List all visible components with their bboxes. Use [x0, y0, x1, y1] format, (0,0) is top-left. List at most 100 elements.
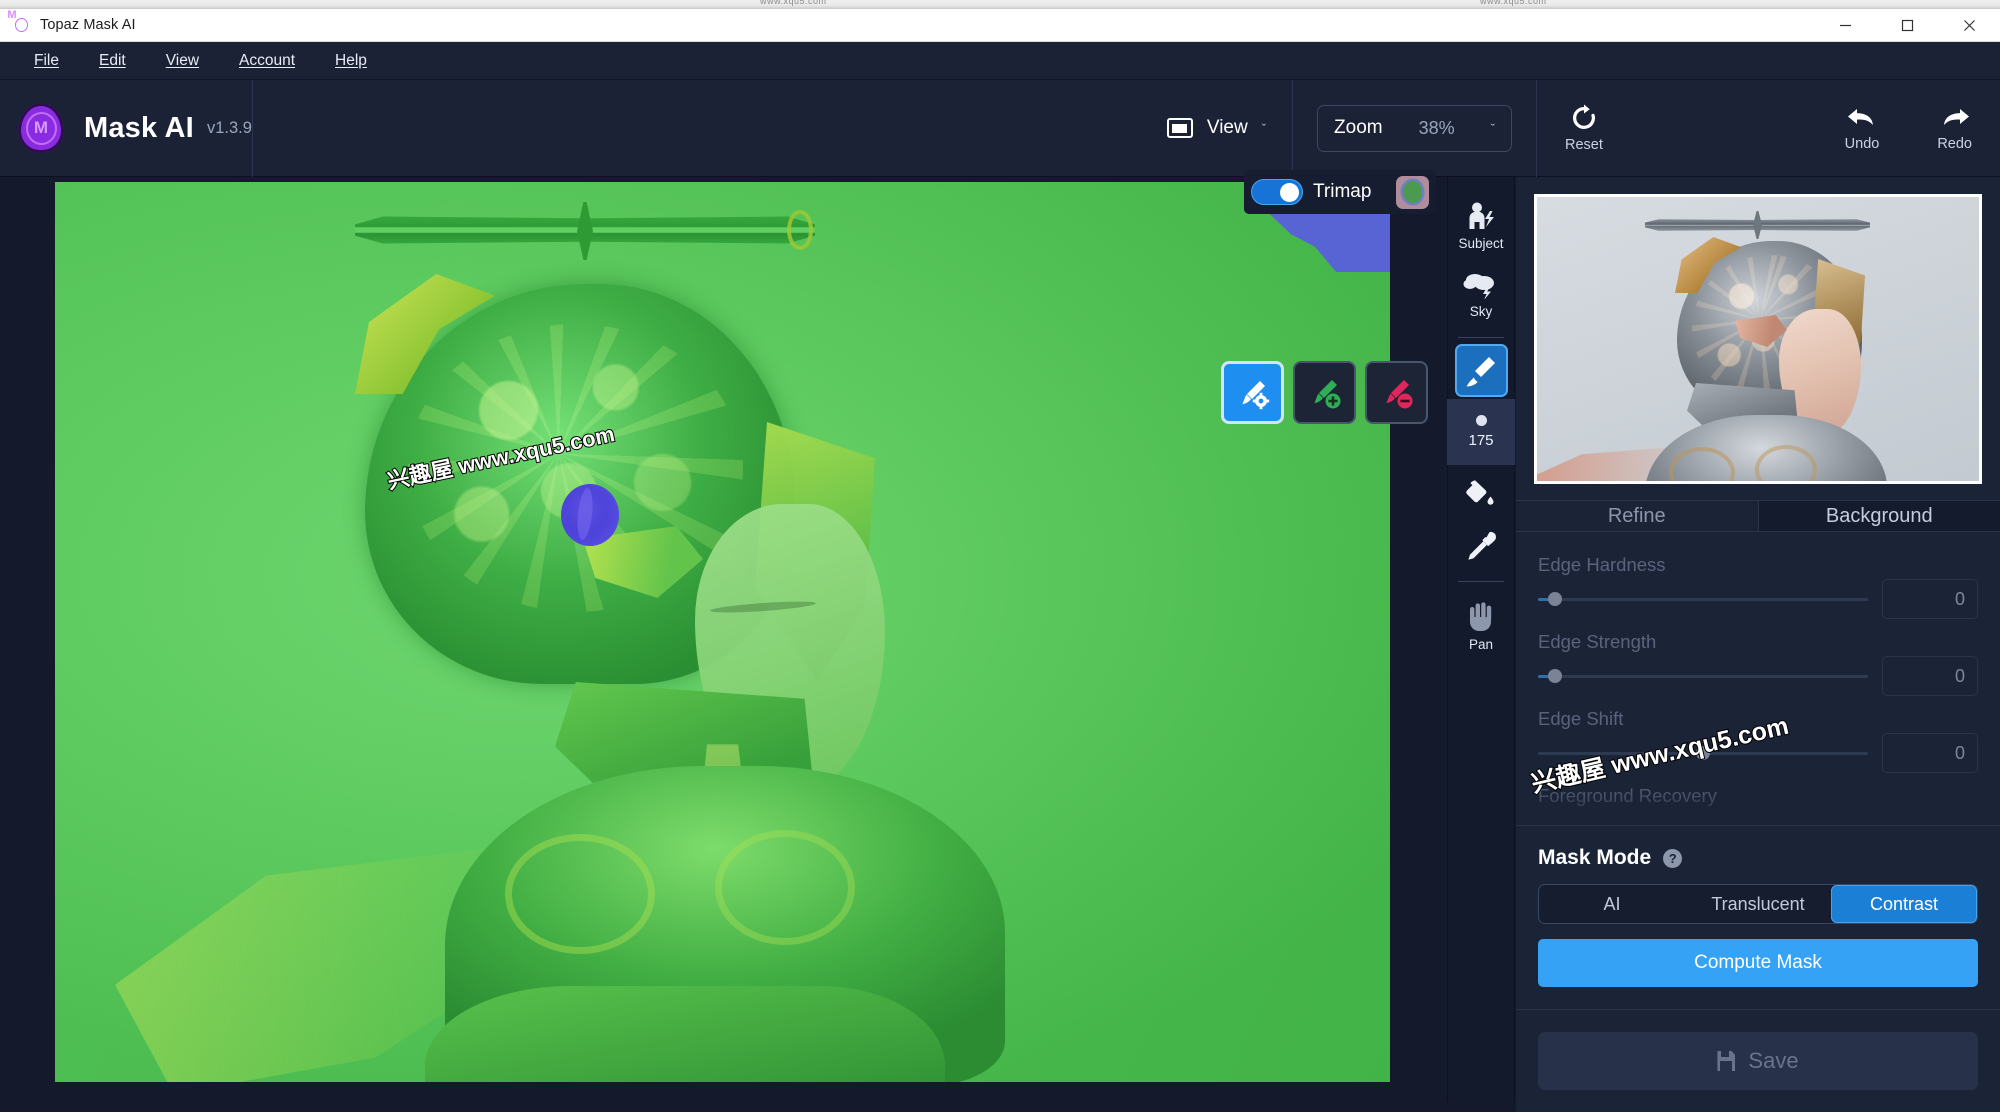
trimap-preview-thumbnail-icon[interactable]	[1396, 176, 1429, 209]
save-button[interactable]: Save	[1538, 1032, 1978, 1090]
view-frame-icon	[1167, 118, 1193, 138]
app-header: M Mask AI v1.3.9 View ˇ Zoom 38% ˇ Reset	[0, 80, 2000, 177]
tool-sky-label: Sky	[1470, 304, 1493, 319]
save-label: Save	[1748, 1048, 1798, 1074]
menu-label-help: Help	[335, 52, 367, 69]
brand: M Mask AI v1.3.9	[18, 103, 252, 153]
slider-edge-hardness: Edge Hardness 0	[1538, 554, 1978, 619]
help-question-icon[interactable]: ?	[1663, 849, 1682, 868]
menu-label-account: Account	[239, 52, 295, 69]
right-panel: Refine Background Edge Hardness 0 Edge S…	[1516, 177, 2000, 1112]
tab-background[interactable]: Background	[1759, 501, 2000, 531]
menu-item-help[interactable]: Help	[315, 48, 387, 74]
brush-settings-button[interactable]	[1221, 361, 1284, 424]
tool-pan-label: Pan	[1469, 637, 1493, 652]
tool-subject-label: Subject	[1458, 236, 1503, 251]
window-title: Topaz Mask AI	[40, 17, 136, 33]
hand-icon	[1466, 600, 1496, 632]
tool-fill[interactable]	[1447, 465, 1515, 517]
mask-mode-title: Mask Mode	[1538, 846, 1651, 870]
slider-value[interactable]: 0	[1882, 656, 1978, 696]
mask-mode-section: Mask Mode ? AI Translucent Contrast Comp…	[1516, 825, 2000, 1009]
slider-track[interactable]	[1538, 675, 1868, 678]
brush-minus-icon	[1378, 374, 1416, 412]
brush-plus-icon	[1306, 374, 1344, 412]
slider-value[interactable]: 0	[1882, 579, 1978, 619]
close-icon[interactable]	[1938, 9, 2000, 41]
slider-track[interactable]	[1538, 752, 1868, 755]
menu-item-edit[interactable]: Edit	[79, 48, 146, 74]
reset-label: Reset	[1565, 137, 1603, 153]
zoom-dropdown[interactable]: Zoom 38% ˇ	[1317, 105, 1512, 152]
rail-divider-2	[1458, 581, 1504, 582]
brush-size-value: 175	[1468, 432, 1493, 449]
mask-mode-segmented-control: AI Translucent Contrast	[1538, 884, 1978, 924]
os-title-bar: Topaz Mask AI	[0, 9, 2000, 42]
reset-circular-arrow-icon	[1569, 103, 1599, 133]
brush-gear-icon	[1234, 374, 1272, 412]
image-preview-thumbnail[interactable]	[1534, 194, 1982, 484]
menu-bar: File Edit View Account Help	[0, 42, 2000, 80]
tool-brush[interactable]	[1455, 344, 1508, 397]
application-window: www.xqu5.com www.xqu5.com Topaz Mask AI …	[0, 0, 2000, 1112]
view-label: View	[1207, 117, 1248, 139]
trimap-toolbar: Trimap	[1244, 170, 1436, 214]
zoom-value: 38%	[1419, 118, 1455, 139]
app-version: v1.3.9	[207, 119, 252, 138]
menu-item-account[interactable]: Account	[219, 48, 315, 74]
tool-rail: Subject Sky 175	[1447, 177, 1515, 1102]
mask-mode-header: Mask Mode ?	[1538, 846, 1978, 870]
canvas-area[interactable]: 兴趣屋 www.xqu5.com	[0, 177, 1530, 1112]
mask-mode-contrast[interactable]: Contrast	[1831, 885, 1977, 923]
redo-arrow-icon	[1939, 104, 1971, 132]
header-actions: Reset Undo Redo	[1536, 80, 2000, 177]
slider-label: Edge Shift	[1538, 708, 1978, 730]
trimap-toggle[interactable]	[1251, 179, 1303, 205]
sky-cloud-icon	[1463, 271, 1499, 299]
view-dropdown[interactable]: View ˇ	[1141, 80, 1292, 177]
tool-eyedropper[interactable]	[1447, 517, 1515, 571]
reset-button[interactable]: Reset	[1565, 103, 1603, 153]
header-divider-2	[1292, 80, 1293, 177]
minimize-icon[interactable]	[1814, 9, 1876, 41]
panel-tabs: Refine Background	[1516, 500, 2000, 532]
topaz-shield-logo-icon	[12, 15, 31, 36]
brand-mark-letter: M	[34, 118, 48, 138]
background-tab-text-2: www.xqu5.com	[1480, 0, 1547, 6]
undo-label: Undo	[1845, 136, 1880, 152]
menu-item-file[interactable]: File	[14, 48, 79, 74]
tool-subject[interactable]: Subject	[1447, 189, 1515, 259]
tool-pan[interactable]: Pan	[1447, 588, 1515, 660]
redo-label: Redo	[1937, 136, 1972, 152]
brush-size-dot-icon	[1476, 415, 1487, 426]
compute-mask-button[interactable]: Compute Mask	[1538, 939, 1978, 987]
warrior-figure	[325, 274, 1085, 1082]
menu-label-file: File	[34, 52, 59, 69]
header-divider-1	[252, 80, 253, 177]
maximize-icon[interactable]	[1876, 9, 1938, 41]
menu-item-view[interactable]: View	[146, 48, 219, 74]
mask-ai-logo-icon: M	[18, 103, 64, 153]
slider-track[interactable]	[1538, 598, 1868, 601]
tool-sky[interactable]: Sky	[1447, 259, 1515, 327]
slider-group: Edge Hardness 0 Edge Strength 0	[1516, 532, 2000, 825]
mask-mode-ai[interactable]: AI	[1539, 885, 1685, 923]
chevron-down-icon: ˇ	[1491, 121, 1495, 136]
subject-person-icon	[1464, 201, 1498, 231]
save-disk-icon	[1717, 1051, 1735, 1071]
brush-subtract-button[interactable]	[1365, 361, 1428, 424]
background-tab-text: www.xqu5.com	[760, 0, 827, 6]
slider-value[interactable]: 0	[1882, 733, 1978, 773]
zoom-label: Zoom	[1334, 117, 1383, 139]
slider-edge-strength: Edge Strength 0	[1538, 631, 1978, 696]
tab-refine[interactable]: Refine	[1516, 501, 1759, 531]
brush-size-indicator[interactable]: 175	[1447, 399, 1515, 465]
menu-label-edit: Edit	[99, 52, 126, 69]
redo-button[interactable]: Redo	[1937, 104, 1972, 152]
brush-add-button[interactable]	[1293, 361, 1356, 424]
menu-label-view: View	[166, 52, 199, 69]
preview-container	[1516, 177, 2000, 500]
mask-mode-translucent[interactable]: Translucent	[1685, 885, 1831, 923]
masked-image-canvas[interactable]: 兴趣屋 www.xqu5.com	[55, 182, 1390, 1082]
undo-button[interactable]: Undo	[1845, 104, 1880, 152]
